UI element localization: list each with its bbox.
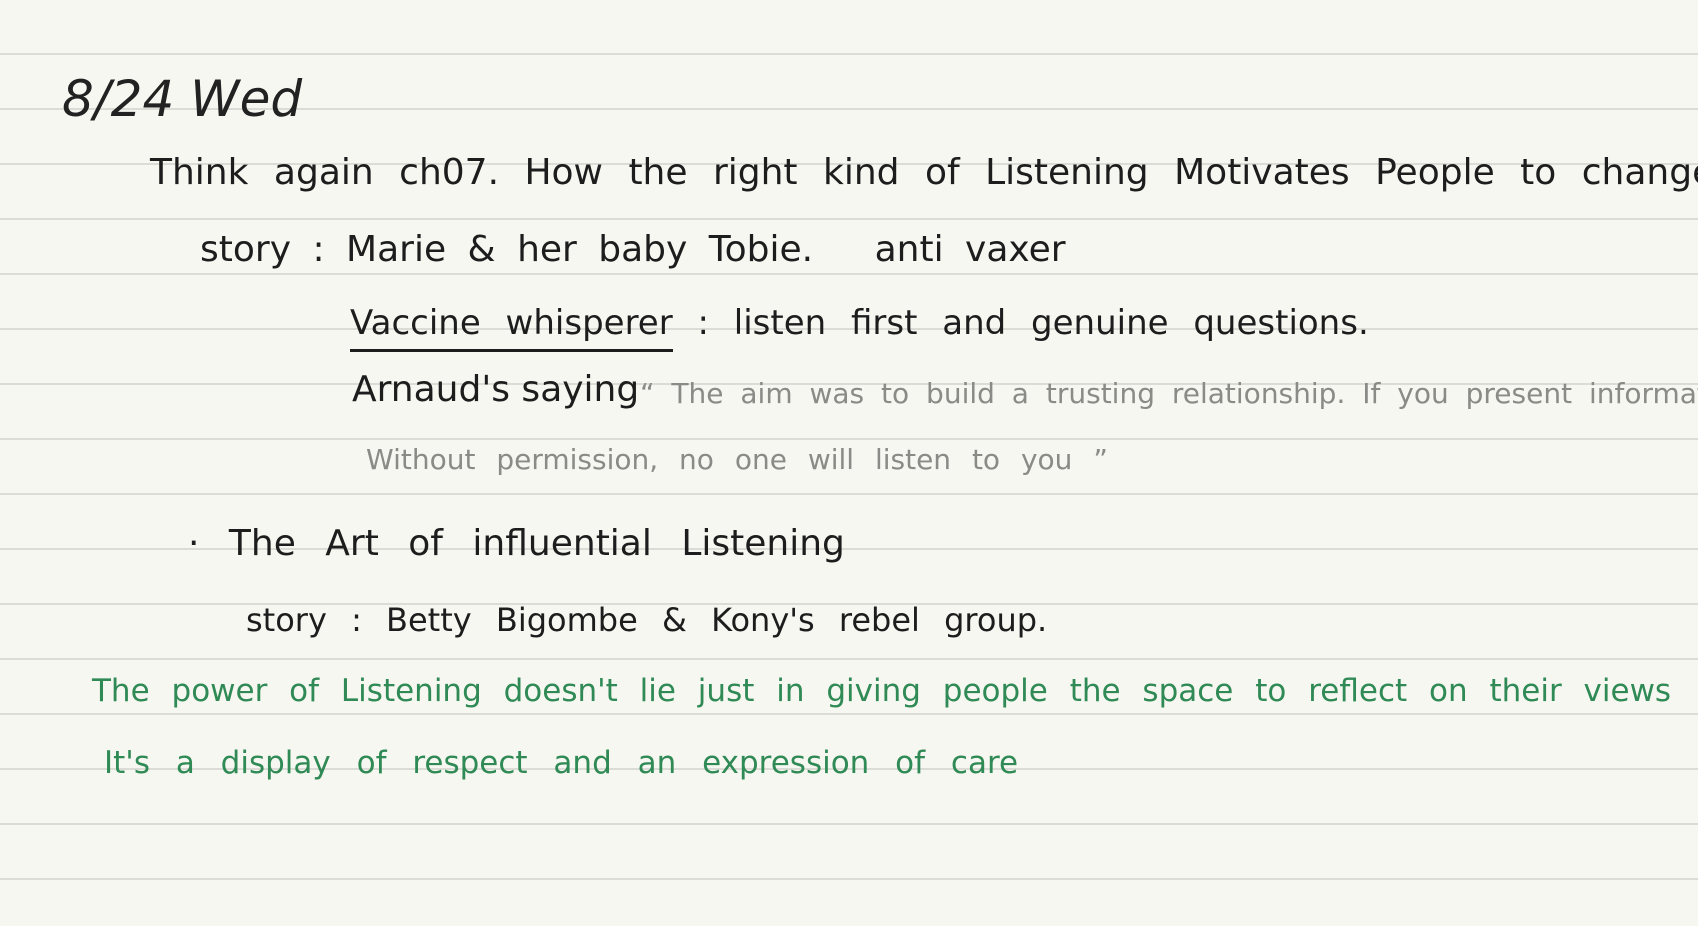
arnaud-saying-label: Arnaud's saying [352, 369, 640, 410]
note-title: Think again ch07. How the right kind of … [150, 152, 1698, 193]
green-note-line-2: It's a display of respect and an express… [104, 745, 1019, 781]
story-marie-text: Marie & her baby Tobie. [346, 229, 814, 270]
green-note-line-1: The power of Listening doesn't lie just … [92, 673, 1672, 709]
vaccine-whisperer-term: Vaccine whisperer [350, 303, 673, 352]
story-betty-line: story : Betty Bigombe & Kony's rebel gro… [246, 601, 1048, 639]
note-date: 8/24 Wed [62, 70, 303, 128]
notebook-page: 8/24 Wed Think again ch07. How the right… [0, 0, 1698, 926]
vaccine-whisperer-line: Vaccine whisperer : listen first and gen… [350, 303, 1369, 352]
story-marie-line: story : Marie & her baby Tobie. anti vax… [200, 232, 1066, 268]
vaccine-whisperer-definition: : listen first and genuine questions. [697, 303, 1369, 343]
quote-line-1: “ The aim was to build a trusting relati… [640, 377, 1698, 410]
art-of-listening-heading: · The Art of influential Listening [188, 523, 845, 564]
story-label: story : [200, 229, 325, 270]
anti-vaxer-note: anti vaxer [874, 229, 1066, 270]
quote-line-2: Without permission, no one will listen t… [366, 443, 1108, 476]
